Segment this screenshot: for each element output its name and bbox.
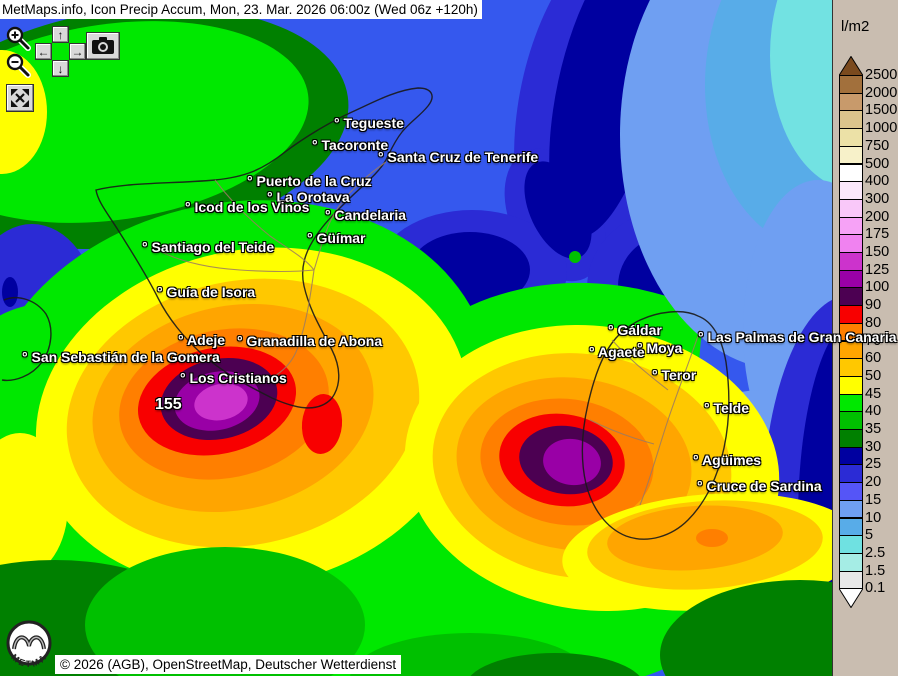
legend-band-label: 100 [865, 279, 889, 295]
legend-band-label: 150 [865, 244, 889, 260]
legend-arrow-bottom [839, 588, 863, 608]
pan-up-button[interactable]: ↑ [52, 26, 69, 43]
legend-band [839, 500, 863, 519]
legend-band-label: 15 [865, 492, 881, 508]
legend-band-label: 5 [865, 527, 873, 543]
pan-right-icon: → [72, 45, 84, 59]
metmaps-logo-icon: METMAPS [2, 618, 58, 676]
legend-band-label: 60 [865, 350, 881, 366]
pan-left-button[interactable]: ← [35, 43, 52, 60]
legend-band [839, 164, 863, 183]
legend-band-label: 50 [865, 368, 881, 384]
legend-band-label: 1500 [865, 102, 897, 118]
metmaps-logo: METMAPS [2, 618, 58, 676]
legend-band [839, 411, 863, 430]
legend-band [839, 287, 863, 306]
legend-band-label: 2000 [865, 85, 897, 101]
legend-band-label: 400 [865, 173, 889, 189]
legend-band [839, 199, 863, 218]
pan-left-icon: ← [38, 45, 50, 59]
legend-unit-label: l/m2 [841, 18, 869, 35]
legend-band [839, 358, 863, 377]
legend-band-label: 2500 [865, 67, 897, 83]
legend-band [839, 234, 863, 253]
legend-band [839, 464, 863, 483]
legend-band-label: 25 [865, 456, 881, 472]
pan-up-icon: ↑ [58, 28, 64, 42]
weather-map-app: ↑ ← → ↓ l/m2 25002000150010007505004 [0, 0, 898, 676]
zoom-in-icon [5, 25, 31, 51]
legend-band [839, 128, 863, 147]
legend-band-label: 10 [865, 510, 881, 526]
legend-band-label: 45 [865, 386, 881, 402]
pan-right-button[interactable]: → [69, 43, 86, 60]
legend-band-label: 80 [865, 315, 881, 331]
legend-band [839, 429, 863, 448]
legend-band [839, 270, 863, 289]
legend-band [839, 323, 863, 342]
legend-band [839, 376, 863, 395]
legend-band-label: 175 [865, 226, 889, 242]
legend-band [839, 217, 863, 236]
zoom-out-icon [5, 52, 31, 78]
legend-band-label: 300 [865, 191, 889, 207]
fullscreen-icon [10, 88, 30, 108]
legend-band-label: 70 [865, 333, 881, 349]
legend-band-label: 0.1 [865, 580, 885, 596]
legend-band-label: 2.5 [865, 545, 885, 561]
legend-panel: l/m2 2500 20001500 1000 750 500400 300 200175 1… [832, 0, 898, 676]
legend-band [839, 447, 863, 466]
pan-down-button[interactable]: ↓ [52, 60, 69, 77]
legend-band [839, 146, 863, 165]
legend-band [839, 75, 863, 94]
legend-band-label: 35 [865, 421, 881, 437]
legend-band [839, 341, 863, 360]
legend-band-label: 125 [865, 262, 889, 278]
zoom-out-button[interactable] [5, 52, 31, 83]
legend-band-label: 30 [865, 439, 881, 455]
attribution: © 2026 (AGB), OpenStreetMap, Deutscher W… [55, 655, 401, 674]
legend-band [839, 110, 863, 129]
legend-band [839, 93, 863, 112]
legend-band [839, 482, 863, 501]
title-bar: MetMaps.info, Icon Precip Accum, Mon, 23… [0, 0, 482, 19]
legend-band-label: 200 [865, 209, 889, 225]
legend-band [839, 394, 863, 413]
legend-band-label: 1.5 [865, 563, 885, 579]
camera-icon [91, 37, 115, 55]
pan-down-icon: ↓ [58, 62, 64, 76]
legend-arrow-top [839, 56, 863, 76]
legend-band [839, 535, 863, 554]
legend-band-label: 40 [865, 403, 881, 419]
legend-band-label: 90 [865, 297, 881, 313]
legend-band-label: 1000 [865, 120, 897, 136]
fullscreen-button[interactable] [6, 84, 34, 112]
precipitation-map[interactable] [0, 0, 898, 676]
legend-band-label: 500 [865, 156, 889, 172]
legend-band [839, 305, 863, 324]
legend-band-label: 750 [865, 138, 889, 154]
legend-band [839, 181, 863, 200]
legend-band [839, 252, 863, 271]
legend-band [839, 553, 863, 572]
screenshot-button[interactable] [86, 32, 120, 60]
legend-band [839, 571, 863, 590]
legend-band [839, 518, 863, 537]
legend-band-label: 20 [865, 474, 881, 490]
